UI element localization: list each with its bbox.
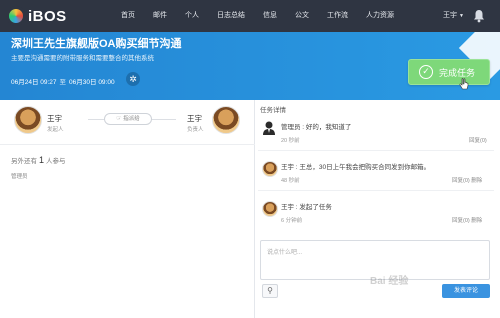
complete-task-button[interactable]: ✓ 完成任务 (408, 59, 490, 85)
comment-reply-link[interactable]: 回复(0) (469, 136, 487, 144)
assign-label: 指派给 (123, 116, 140, 122)
task-people-panel (0, 100, 255, 318)
submit-comment-button[interactable]: 发表评论 (442, 284, 490, 298)
comment-reply-delete-links[interactable]: 回复(0) 删除 (452, 216, 482, 224)
start-date: 06月24日 09:27 (11, 79, 57, 86)
task-banner: 深圳王先生旗舰版OA购买细节沟通 主要是沟通需要的附带服务和需要整合的其他系统 … (0, 32, 500, 100)
creator-role: 发起人 (47, 127, 64, 133)
creator-name: 王宇 (47, 114, 62, 123)
owner-name: 王宇 (187, 114, 202, 123)
nav-item-mail[interactable]: 邮件 (144, 0, 176, 32)
ibos-logo[interactable]: iBOS (6, 6, 67, 26)
participants-suffix: 人参与 (46, 158, 66, 165)
attachment-icon[interactable]: ⚲ (262, 284, 278, 298)
main-nav: 首页 邮件 个人 日志总结 信息 公文 工作流 人力资源 (112, 0, 403, 32)
nav-item-hr[interactable]: 人力资源 (357, 0, 403, 32)
bell-icon[interactable] (473, 9, 485, 23)
nav-item-documents[interactable]: 公文 (286, 0, 318, 32)
nav-item-personal[interactable]: 个人 (176, 0, 208, 32)
participants-prefix: 另外还有 (11, 158, 37, 165)
comment-text: 王宇 : 发起了任务 (281, 204, 332, 211)
comment-time: 48 秒前 (281, 178, 300, 184)
comment-avatar (262, 201, 278, 217)
complete-task-label: 完成任务 (439, 67, 476, 78)
owner-role: 负责人 (187, 127, 204, 133)
gear-icon[interactable]: ✲ (126, 72, 140, 86)
comment-text: 王宇 : 王总，30日上午我会把购买合同发到你邮箱。 (281, 164, 431, 171)
logo-mark-icon (6, 6, 26, 26)
task-title: 深圳王先生旗舰版OA购买细节沟通 (11, 38, 182, 50)
date-separator: 至 (59, 79, 67, 86)
watermark-text: Bai 经验 (370, 276, 409, 287)
participants-summary: 另外还有 1 人参与 (11, 155, 66, 165)
participant-name[interactable]: 管理员 (11, 172, 28, 180)
assign-to-button[interactable]: ☞ 指派给 (104, 113, 152, 125)
chevron-down-icon: ▼ (459, 13, 464, 19)
end-date: 06月30日 09:00 (69, 79, 115, 86)
owner-avatar[interactable] (212, 106, 240, 134)
comment-avatar (262, 161, 278, 177)
task-description: 主要是沟通需要的附带服务和需要整合的其他系统 (11, 55, 154, 62)
user-menu[interactable]: 王宇 ▼ (443, 0, 464, 32)
comment-time: 20 秒前 (281, 138, 300, 144)
task-date-range: 06月24日 09:27 至 06月30日 09:00 (11, 76, 115, 86)
nav-item-diary[interactable]: 日志总结 (208, 0, 254, 32)
logo-text: iBOS (28, 7, 67, 25)
hand-cursor-icon (459, 78, 469, 90)
nav-item-info[interactable]: 信息 (254, 0, 286, 32)
comment-time: 6 分钟前 (281, 218, 303, 224)
creator-avatar[interactable] (14, 106, 42, 134)
comment-reply-delete-links[interactable]: 回复(0) 删除 (452, 176, 482, 184)
comment-separator (258, 190, 494, 191)
admin-avatar-icon (263, 121, 275, 135)
pointing-hand-icon: ☞ (116, 116, 122, 122)
top-navbar: iBOS 首页 邮件 个人 日志总结 信息 公文 工作流 人力资源 王宇 ▼ (0, 0, 500, 32)
check-circle-icon: ✓ (419, 65, 433, 79)
nav-item-workflow[interactable]: 工作流 (318, 0, 357, 32)
participants-count: 1 (39, 155, 45, 165)
comment-separator (258, 150, 494, 151)
nav-item-home[interactable]: 首页 (112, 0, 144, 32)
user-name: 王宇 (443, 12, 457, 19)
comment-text: 管理员 : 好的，我知道了 (281, 124, 352, 131)
panel-divider (0, 144, 255, 145)
activity-section-title: 任务详情 (260, 107, 286, 114)
